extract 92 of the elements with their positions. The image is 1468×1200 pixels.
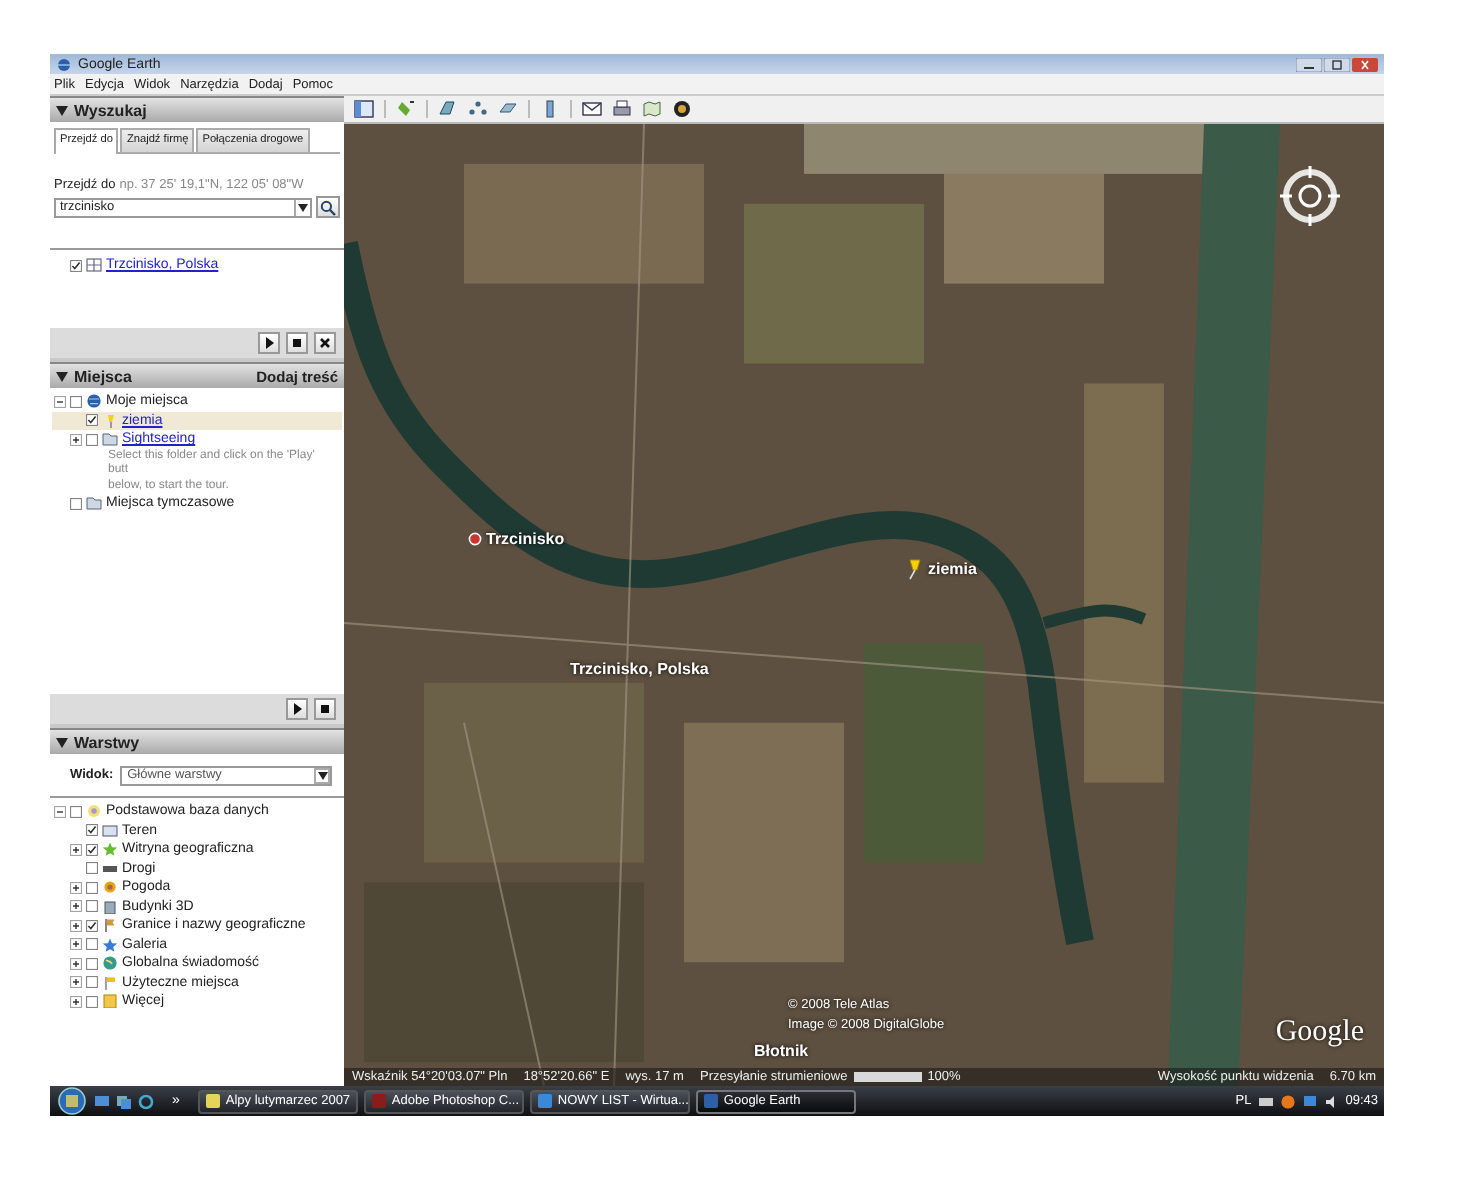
panel-title: Miejsca (74, 367, 132, 385)
checkbox[interactable] (86, 414, 98, 427)
checkbox[interactable] (86, 976, 98, 989)
play-icon (290, 702, 304, 716)
volume-icon[interactable] (1323, 1093, 1340, 1109)
expand-icon[interactable] (70, 938, 82, 951)
app-icon (703, 1094, 718, 1108)
minimize-button[interactable] (1296, 57, 1322, 71)
expand-icon[interactable] (70, 900, 82, 913)
map-label: Trzcinisko (486, 530, 565, 548)
expand-icon[interactable] (70, 957, 82, 970)
stop-button[interactable] (314, 698, 336, 720)
expand-icon[interactable] (70, 995, 82, 1008)
expand-icon[interactable] (70, 881, 82, 894)
grid-icon (86, 258, 102, 273)
search-button[interactable] (316, 196, 340, 218)
stop-button[interactable] (286, 332, 308, 354)
maximize-button[interactable] (1324, 57, 1350, 71)
sun-icon (102, 880, 118, 895)
terrain-icon (102, 823, 118, 838)
close-icon (318, 336, 332, 350)
map-icon[interactable] (642, 100, 662, 118)
play-button[interactable] (258, 332, 280, 354)
road-icon (102, 861, 118, 876)
app-icon (371, 1094, 386, 1108)
stop-icon (290, 336, 304, 350)
pushpin-icon[interactable] (904, 558, 924, 580)
pushpin-icon (102, 413, 118, 428)
play-icon (262, 336, 276, 350)
star-icon (102, 937, 118, 952)
email-icon[interactable] (582, 100, 602, 118)
map-label: Trzcinisko, Polska (570, 660, 709, 678)
flag-icon (102, 975, 118, 990)
app-icon (56, 57, 72, 71)
expand-icon[interactable] (70, 433, 82, 446)
desktop-icon[interactable] (94, 1093, 110, 1109)
panel-header[interactable]: Warstwy (50, 728, 344, 754)
window-switch-icon[interactable] (116, 1093, 132, 1109)
checkbox[interactable] (86, 843, 98, 856)
polygon-icon[interactable] (438, 100, 458, 118)
stop-icon (318, 702, 332, 716)
collapse-icon[interactable] (54, 395, 66, 408)
checkbox[interactable] (70, 395, 82, 408)
map-label: ziemia (928, 560, 977, 578)
start-button[interactable] (56, 1086, 88, 1116)
close-button[interactable] (314, 332, 336, 354)
keyboard-icon[interactable] (1257, 1093, 1274, 1109)
town-marker-icon (468, 532, 482, 546)
logo-text: Google (1275, 1016, 1364, 1050)
checkbox[interactable] (86, 824, 98, 837)
compass-icon[interactable] (1278, 164, 1342, 228)
building-icon (102, 899, 118, 914)
checkbox[interactable] (86, 919, 98, 932)
collapse-icon[interactable] (56, 737, 68, 747)
expand-icon[interactable] (70, 976, 82, 989)
ruler-icon[interactable] (540, 100, 560, 118)
collapse-icon[interactable] (56, 371, 68, 381)
expand-icon[interactable] (70, 843, 82, 856)
note-icon (102, 994, 118, 1009)
sidebar-icon[interactable] (354, 100, 374, 118)
checkbox[interactable] (70, 259, 82, 272)
checkbox[interactable] (86, 900, 98, 913)
checkbox[interactable] (86, 957, 98, 970)
checkbox[interactable] (86, 995, 98, 1008)
collapse-icon[interactable] (54, 805, 66, 818)
app-icon (205, 1094, 220, 1108)
panel-title: Warstwy (74, 733, 140, 751)
checkbox[interactable] (86, 433, 98, 446)
star-icon (102, 842, 118, 857)
globe-icon (86, 394, 102, 409)
path-icon[interactable] (468, 100, 488, 118)
checkbox[interactable] (86, 862, 98, 875)
panel-header[interactable]: Wyszukaj (50, 96, 344, 122)
checkbox[interactable] (86, 938, 98, 951)
flag-icon (102, 918, 118, 933)
checkbox[interactable] (86, 881, 98, 894)
dropdown-icon[interactable] (317, 771, 327, 779)
checkbox[interactable] (70, 497, 82, 510)
network-icon[interactable] (1301, 1093, 1318, 1109)
play-button[interactable] (286, 698, 308, 720)
app-icon (537, 1094, 552, 1108)
print-icon[interactable] (612, 100, 632, 118)
expand-icon[interactable] (70, 919, 82, 932)
dropdown-icon[interactable] (298, 203, 308, 211)
map-label: Błotnik (754, 1042, 809, 1060)
folder-icon (86, 496, 102, 511)
search-icon (320, 199, 336, 215)
checkbox[interactable] (70, 805, 82, 818)
panel-title: Wyszukaj (74, 101, 147, 119)
overlay-icon[interactable] (498, 100, 518, 118)
collapse-icon[interactable] (56, 105, 68, 115)
globe-icon (102, 956, 118, 971)
